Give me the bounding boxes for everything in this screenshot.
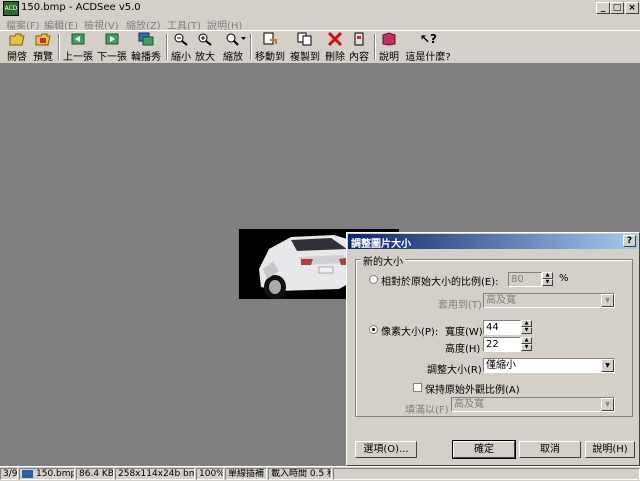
- whats-this-button[interactable]: ↖? 這是什麼?: [403, 32, 453, 63]
- zoom-button[interactable]: 縮放: [220, 32, 246, 63]
- delete-button[interactable]: 刪除: [325, 31, 345, 63]
- resize-image-dialog: 調整圖片大小 ? 新的大小 相對於原始大小的比例(E): 80 ▲ ▼ % 套用…: [346, 232, 640, 466]
- status-zoom: 100%: [196, 468, 224, 480]
- percent-spinner[interactable]: ▲ ▼: [542, 272, 553, 287]
- group-label: 新的大小: [361, 253, 405, 268]
- title-bar: ACD 150.bmp - ACDSee v5.0 _ □ ×: [0, 0, 640, 16]
- next-image-icon: [104, 32, 120, 46]
- zoom-in-button[interactable]: 放大: [194, 32, 216, 63]
- spin-up-icon: ▲: [521, 320, 532, 327]
- help-button[interactable]: 說明: [378, 32, 400, 63]
- keep-aspect-checkbox[interactable]: [413, 383, 422, 392]
- status-position: 3/9: [0, 468, 18, 480]
- file-type-icon: [22, 470, 33, 478]
- percent-radio[interactable]: [369, 275, 378, 284]
- window-title: 150.bmp - ACDSee v5.0: [21, 2, 141, 13]
- status-filesize: 86.4 KB: [76, 468, 114, 480]
- dialog-help-text-button[interactable]: 說明(H): [585, 441, 635, 458]
- status-dimensions: 258x114x24b bmp: [115, 468, 195, 480]
- help-book-icon: [381, 32, 397, 46]
- dropdown-arrow-icon: ▼: [601, 359, 614, 372]
- spin-down-icon: ▼: [521, 327, 532, 334]
- height-input[interactable]: 22: [483, 337, 521, 352]
- zoom-in-icon: [197, 32, 213, 46]
- width-input[interactable]: 44: [483, 320, 521, 335]
- width-label: 寬度(W): [445, 327, 483, 338]
- properties-button[interactable]: 內容: [348, 32, 370, 63]
- copy-to-icon: [297, 32, 313, 46]
- height-label: 高度(H): [445, 344, 481, 355]
- browse-button[interactable]: 預覽: [32, 32, 54, 63]
- fit-dropdown[interactable]: 高及寬 ▼: [451, 397, 615, 412]
- browse-icon: [35, 32, 51, 46]
- slideshow-icon: [138, 32, 154, 46]
- previous-button[interactable]: 上一張: [62, 32, 94, 63]
- move-to-button[interactable]: 移動到: [254, 32, 286, 63]
- toolbar: 開啓 預覽 上一張 下一張 輪播秀 縮小 放大 縮放 移動到 複製到 刪除 內容…: [0, 30, 640, 64]
- spin-down-icon: ▼: [521, 344, 532, 351]
- move-to-icon: [262, 32, 278, 46]
- next-button[interactable]: 下一張: [96, 32, 128, 63]
- spin-down-icon: ▼: [542, 279, 553, 286]
- pixel-size-label: 像素大小(P):: [381, 327, 439, 338]
- properties-icon: [351, 32, 367, 46]
- dropdown-arrow-icon: ▼: [601, 294, 614, 307]
- percent-label: 相對於原始大小的比例(E):: [381, 277, 499, 288]
- dropdown-arrow-icon: ▼: [601, 398, 614, 411]
- toolbar-separator: [374, 34, 376, 60]
- status-filename: 150.bmp: [19, 468, 75, 480]
- ok-button[interactable]: 確定: [452, 440, 516, 459]
- percent-unit: %: [559, 273, 569, 284]
- dialog-title: 調整圖片大小: [351, 239, 411, 250]
- maximize-button[interactable]: □: [610, 2, 624, 14]
- percent-input[interactable]: 80: [508, 272, 542, 287]
- close-button[interactable]: ×: [625, 2, 639, 14]
- whats-this-icon: ↖?: [420, 32, 438, 46]
- previous-image-icon: [70, 32, 86, 46]
- dialog-title-bar: 調整圖片大小 ?: [348, 234, 638, 250]
- toolbar-separator: [166, 34, 168, 60]
- options-button[interactable]: 選項(O)...: [355, 441, 417, 458]
- status-bar: 3/9 150.bmp 86.4 KB 258x114x24b bmp 100%…: [0, 466, 640, 481]
- pixel-size-radio[interactable]: [369, 325, 378, 334]
- toolbar-separator: [250, 34, 252, 60]
- menu-bar: 檔案(F) 編輯(E) 檢視(V) 縮放(Z) 工具(T) 說明(H): [0, 16, 640, 32]
- spin-up-icon: ▲: [521, 337, 532, 344]
- minimize-button[interactable]: _: [596, 2, 610, 14]
- cancel-button[interactable]: 取消: [519, 441, 581, 458]
- open-folder-icon: [9, 32, 25, 46]
- apply-to-dropdown[interactable]: 高及寬 ▼: [483, 293, 615, 308]
- width-spinner[interactable]: ▲ ▼: [521, 320, 532, 335]
- app-icon: ACD: [3, 1, 19, 16]
- height-spinner[interactable]: ▲ ▼: [521, 337, 532, 352]
- status-empty: [333, 468, 640, 480]
- zoom-out-button[interactable]: 縮小: [170, 32, 192, 63]
- resize-label: 調整大小(R): [427, 365, 482, 376]
- dialog-help-button[interactable]: ?: [623, 235, 636, 247]
- apply-to-label: 套用到(T): [438, 300, 482, 311]
- status-load-time: 載入時間 0.5 秒: [268, 468, 332, 480]
- status-scaling: 單線插補: [225, 468, 267, 480]
- toolbar-separator: [58, 34, 60, 60]
- zoom-out-icon: [173, 32, 189, 46]
- spin-up-icon: ▲: [542, 272, 553, 279]
- fit-label: 填滿以(F): [405, 405, 449, 416]
- open-button[interactable]: 開啓: [6, 32, 28, 63]
- slideshow-button[interactable]: 輪播秀: [130, 32, 162, 63]
- copy-to-button[interactable]: 複製到: [289, 32, 321, 63]
- keep-aspect-label: 保持原始外觀比例(A): [425, 385, 520, 396]
- zoom-icon: [225, 32, 246, 46]
- resize-dropdown[interactable]: 僅縮小 ▼: [483, 358, 615, 373]
- delete-icon: [327, 31, 343, 47]
